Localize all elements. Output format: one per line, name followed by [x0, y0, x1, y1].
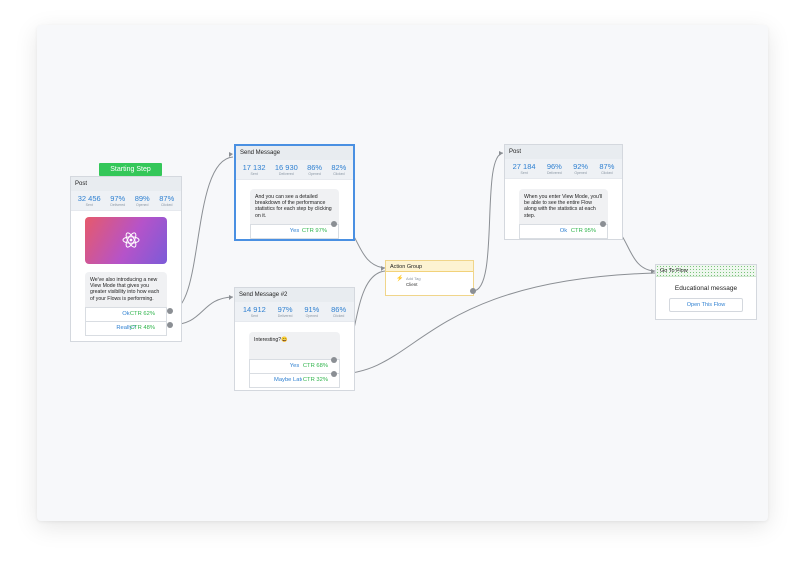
stat-label: Clicked: [332, 314, 345, 318]
stat-value: 89%: [134, 194, 150, 203]
reply-button-yes[interactable]: Yes CTR 97%: [250, 223, 339, 239]
stats-row: 14 912 Sent 97% Delivered 91% Opened 86% Cli…: [235, 302, 354, 322]
stat-value: 27 184: [512, 162, 536, 171]
stat-delivered: 96% Delivered: [547, 162, 562, 176]
stat-clicked: 87% Clicked: [159, 194, 174, 208]
node-title: Go To Flow: [656, 265, 756, 277]
reply-button-maybe-later[interactable]: Maybe Later CTR 32%: [249, 374, 340, 389]
ctr-value: CTR 95%: [570, 227, 596, 234]
stat-delivered: 97% Delivered: [278, 305, 293, 319]
reply-button-really[interactable]: Really? CTR 48%: [85, 321, 167, 336]
stat-label: Clicked: [333, 172, 345, 176]
ctr-value: CTR 68%: [302, 363, 328, 370]
stat-opened: 92% Opened: [573, 162, 588, 176]
stat-value: 82%: [331, 163, 347, 172]
output-port[interactable]: [331, 357, 337, 363]
output-port[interactable]: [600, 221, 606, 227]
stat-label: Clicked: [601, 171, 613, 175]
stat-label: Clicked: [161, 203, 173, 207]
atom-icon: [122, 232, 140, 248]
stat-delivered: 97% Delivered: [110, 194, 125, 208]
post-node[interactable]: Post 32 456 Sent 97% Delivered 89% Opened 8…: [70, 176, 182, 342]
stat-value: 86%: [307, 163, 323, 172]
stat-clicked: 82% Clicked: [331, 163, 346, 177]
stat-label: Sent: [85, 203, 93, 207]
ctr-value: CTR 32%: [301, 377, 328, 384]
starting-step-badge: Starting Step: [99, 163, 162, 176]
stat-sent: 32 456 Sent: [78, 194, 101, 208]
stat-label: Sent: [250, 172, 258, 176]
post-image: [85, 217, 167, 264]
lightning-icon: ⚡: [396, 276, 404, 282]
stat-label: Delivered: [278, 172, 294, 176]
message-bubble: When you enter View Mode, you'll be able…: [519, 189, 608, 224]
output-port[interactable]: [331, 371, 337, 377]
stat-label: Opened: [135, 203, 149, 207]
stat-value: 87%: [159, 194, 175, 203]
stat-label: Sent: [520, 171, 528, 175]
output-port[interactable]: [331, 221, 337, 227]
message-bubble: And you can see a detailed breakdown of …: [250, 189, 339, 224]
stat-value: 16 930: [274, 163, 298, 172]
output-port[interactable]: [167, 308, 173, 314]
stat-opened: 91% Opened: [304, 305, 319, 319]
node-title: Action Group: [386, 261, 473, 272]
reply-button-yes[interactable]: Yes CTR 68%: [249, 359, 340, 375]
node-title: Post: [505, 145, 622, 159]
node-title: Send Message: [236, 146, 353, 160]
open-flow-button[interactable]: Open This Flow: [669, 298, 743, 312]
action-group-node[interactable]: Action Group ⚡ Add Tag Client: [385, 260, 474, 296]
stat-delivered: 16 930 Delivered: [275, 163, 298, 177]
stat-label: Delivered: [110, 203, 126, 207]
stat-value: 17 132: [242, 163, 266, 172]
action-value: Client: [406, 282, 418, 287]
flow-name: Educational message: [674, 285, 738, 292]
stat-sent: 17 132 Sent: [243, 163, 266, 177]
stat-sent: 27 184 Sent: [513, 162, 536, 176]
stat-opened: 86% Opened: [307, 163, 322, 177]
stat-label: Opened: [305, 314, 319, 318]
stat-value: 32 456: [77, 194, 101, 203]
go-to-flow-node[interactable]: Go To Flow Educational message Open This…: [655, 264, 757, 320]
stat-opened: 89% Opened: [135, 194, 150, 208]
message-bubble: Interesting?😀: [249, 332, 340, 360]
stat-label: Sent: [250, 314, 258, 318]
reply-button-ok[interactable]: Ok CTR 95%: [519, 223, 608, 239]
send-message-2-node[interactable]: Send Message #2 14 912 Sent 97% Delivered …: [234, 287, 355, 391]
stat-clicked: 86% Clicked: [331, 305, 346, 319]
stat-value: 97%: [110, 194, 126, 203]
stats-row: 32 456 Sent 97% Delivered 89% Opened 87% Cli…: [71, 191, 181, 211]
output-port[interactable]: [167, 322, 173, 328]
stat-label: Opened: [574, 171, 587, 175]
node-title: Send Message #2: [235, 288, 354, 302]
action-label: Add Tag: [406, 276, 421, 281]
stat-label: Delivered: [546, 171, 562, 175]
reply-button-ok[interactable]: Ok CTR 62%: [85, 306, 167, 322]
stats-row: 17 132 Sent 16 930 Delivered 86% Opened 82%…: [236, 160, 353, 180]
output-port[interactable]: [470, 288, 476, 294]
ctr-value: CTR 48%: [129, 324, 155, 331]
node-title: Post: [71, 177, 181, 191]
message-bubble: We've also introducing a new View Mode t…: [85, 272, 167, 307]
stat-value: 14 912: [242, 305, 266, 314]
stat-label: Delivered: [277, 314, 293, 318]
stat-value: 96%: [546, 162, 562, 171]
stat-value: 92%: [573, 162, 589, 171]
stat-sent: 14 912 Sent: [243, 305, 266, 319]
stat-value: 87%: [599, 162, 615, 171]
stat-value: 91%: [304, 305, 320, 314]
stat-value: 86%: [331, 305, 347, 314]
ctr-value: CTR 97%: [301, 227, 327, 234]
stat-value: 97%: [277, 305, 293, 314]
ctr-value: CTR 62%: [129, 310, 155, 317]
stats-row: 27 184 Sent 96% Delivered 92% Opened 87% Cli…: [505, 159, 622, 179]
stat-clicked: 87% Clicked: [599, 162, 614, 176]
stat-label: Opened: [308, 172, 321, 176]
send-message-node[interactable]: Send Message 17 132 Sent 16 930 Delivered …: [234, 144, 355, 241]
